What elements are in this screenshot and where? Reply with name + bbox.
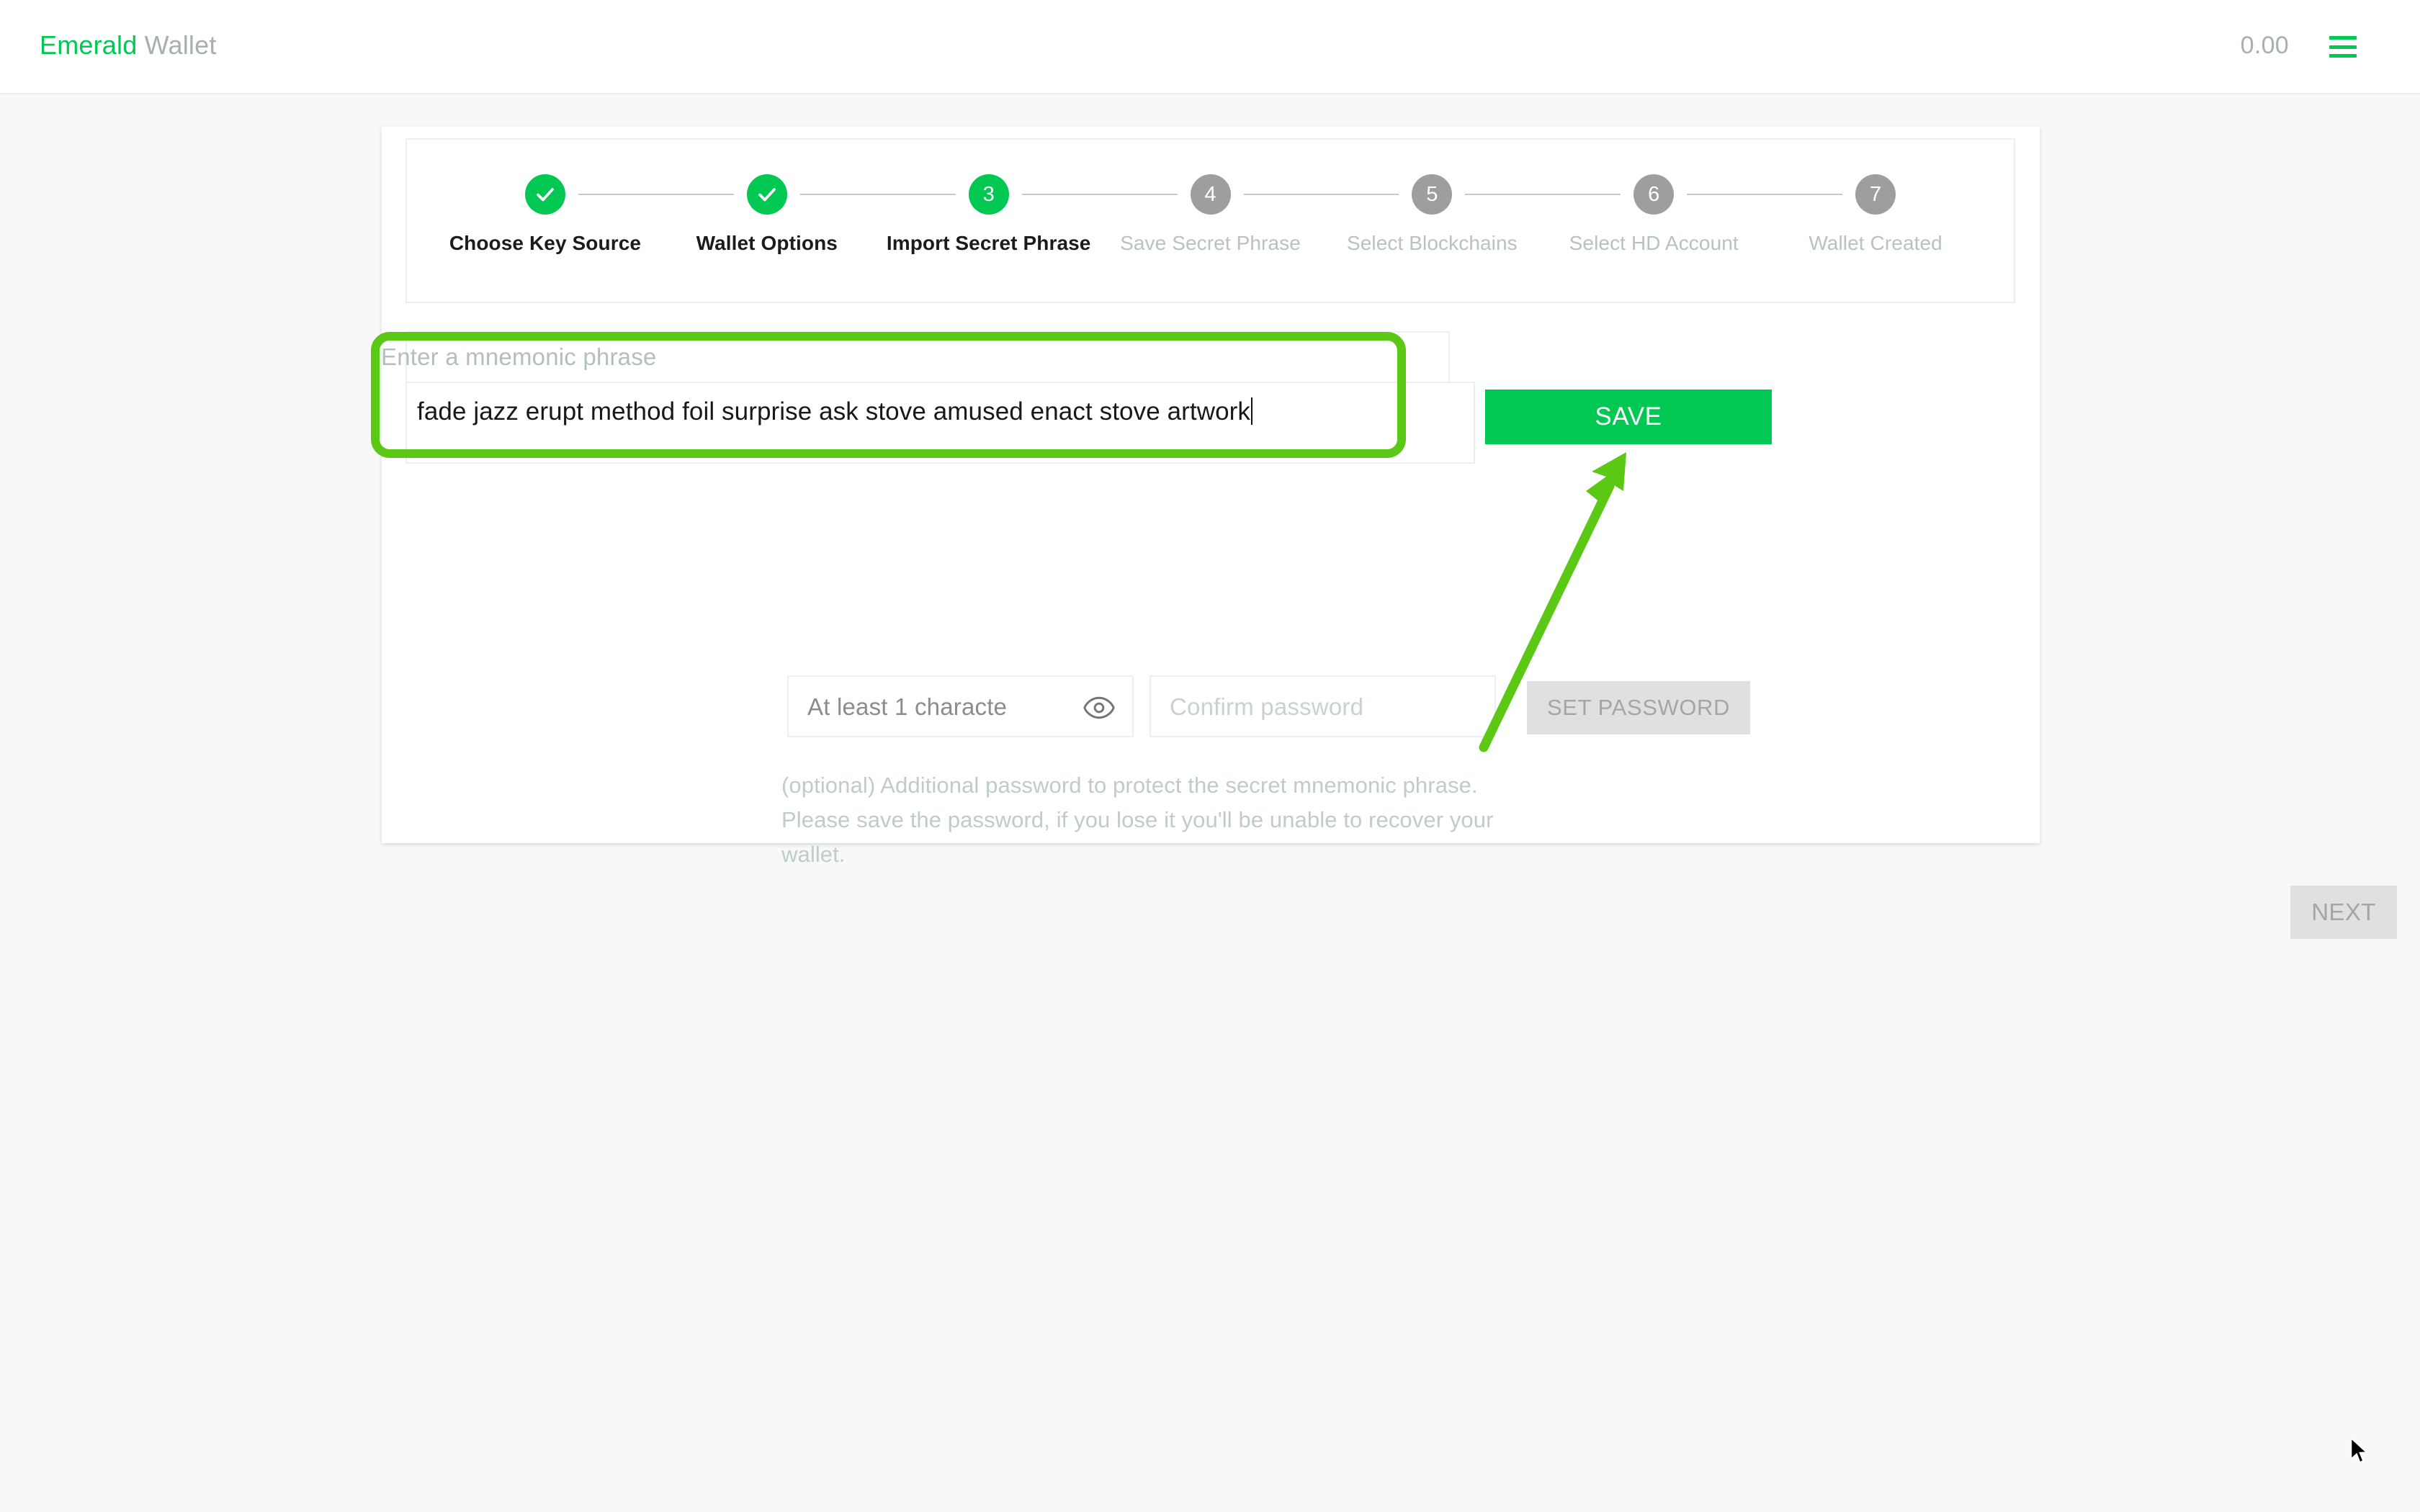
password-helper-text: (optional) Additional password to protec… — [781, 773, 1494, 867]
stepper-step-label: Choose Key Source — [449, 232, 642, 254]
stepper-step-2[interactable]: Wallet Options — [656, 174, 956, 255]
app-brand[interactable]: Emerald Wallet — [40, 30, 217, 60]
stepper-step-label: Wallet Created — [1809, 232, 1942, 254]
password-field-placeholder: At least 1 characte — [807, 693, 1008, 720]
stepper-step-label: Save Secret Phrase — [1120, 232, 1301, 254]
step-number-badge: 3 — [968, 174, 1009, 215]
stepper-step-3[interactable]: 3 Import Secret Phrase — [878, 174, 1178, 255]
save-button[interactable]: SAVE — [1485, 390, 1772, 444]
mnemonic-input[interactable]: fade jazz erupt method foil surprise ask… — [405, 382, 1475, 464]
hamburger-bar — [2329, 36, 2357, 40]
hamburger-bar — [2329, 54, 2357, 58]
stepper-step-7: 7 Wallet Created — [1765, 174, 1986, 255]
step-number-badge: 6 — [1634, 174, 1675, 215]
stepper-step-label: Wallet Options — [696, 232, 838, 254]
stepper-step-1[interactable]: Choose Key Source — [434, 174, 734, 255]
stepper-step-6: 6 Select HD Account — [1543, 174, 1843, 255]
text-caret — [1251, 397, 1253, 425]
step-number-badge: 5 — [1412, 174, 1453, 215]
stepper-step-5: 5 Select Blockchains — [1321, 174, 1621, 255]
step-number-badge: 4 — [1190, 174, 1231, 215]
hamburger-menu-icon[interactable] — [2329, 36, 2357, 58]
mnemonic-input-value: fade jazz erupt method foil surprise ask… — [417, 397, 1253, 426]
balance-display: 0.00 — [2240, 32, 2289, 59]
brand-name-primary: Emerald — [40, 30, 138, 60]
confirm-password-placeholder: Confirm password — [1170, 693, 1364, 720]
stepper-step-label: Select HD Account — [1569, 232, 1739, 254]
stepper-connector — [1687, 194, 1843, 195]
mouse-cursor — [2350, 1437, 2369, 1464]
set-password-button[interactable]: SET PASSWORD — [1527, 681, 1750, 734]
stepper-step-label: Select Blockchains — [1346, 232, 1518, 254]
next-button[interactable]: NEXT — [2290, 886, 2397, 939]
mnemonic-label: Enter a mnemonic phrase — [381, 343, 657, 370]
stepper-step-label: Import Secret Phrase — [886, 232, 1091, 254]
hamburger-bar — [2329, 45, 2357, 49]
password-field[interactable]: At least 1 characte — [787, 675, 1134, 737]
wizard-stepper: Choose Key Source Wallet Options 3 Import S… — [405, 138, 2015, 303]
stepper-connector — [1243, 194, 1399, 195]
wizard-card: Choose Key Source Wallet Options 3 Import S… — [382, 127, 2397, 939]
stepper-step-4: 4 Save Secret Phrase — [1100, 174, 1399, 255]
stepper-connector — [799, 194, 956, 195]
step-number-badge: 7 — [1855, 174, 1896, 215]
brand-name-secondary: Wallet — [144, 30, 217, 60]
step-check-icon — [524, 174, 565, 215]
eye-icon[interactable] — [1083, 696, 1115, 720]
stepper-connector — [1465, 194, 1621, 195]
confirm-password-field[interactable]: Confirm password — [1150, 675, 1496, 737]
app-header: Emerald Wallet 0.00 — [0, 0, 2420, 94]
stepper-connector — [578, 194, 734, 195]
stepper-connector — [1021, 194, 1178, 195]
step-check-icon — [746, 174, 787, 215]
